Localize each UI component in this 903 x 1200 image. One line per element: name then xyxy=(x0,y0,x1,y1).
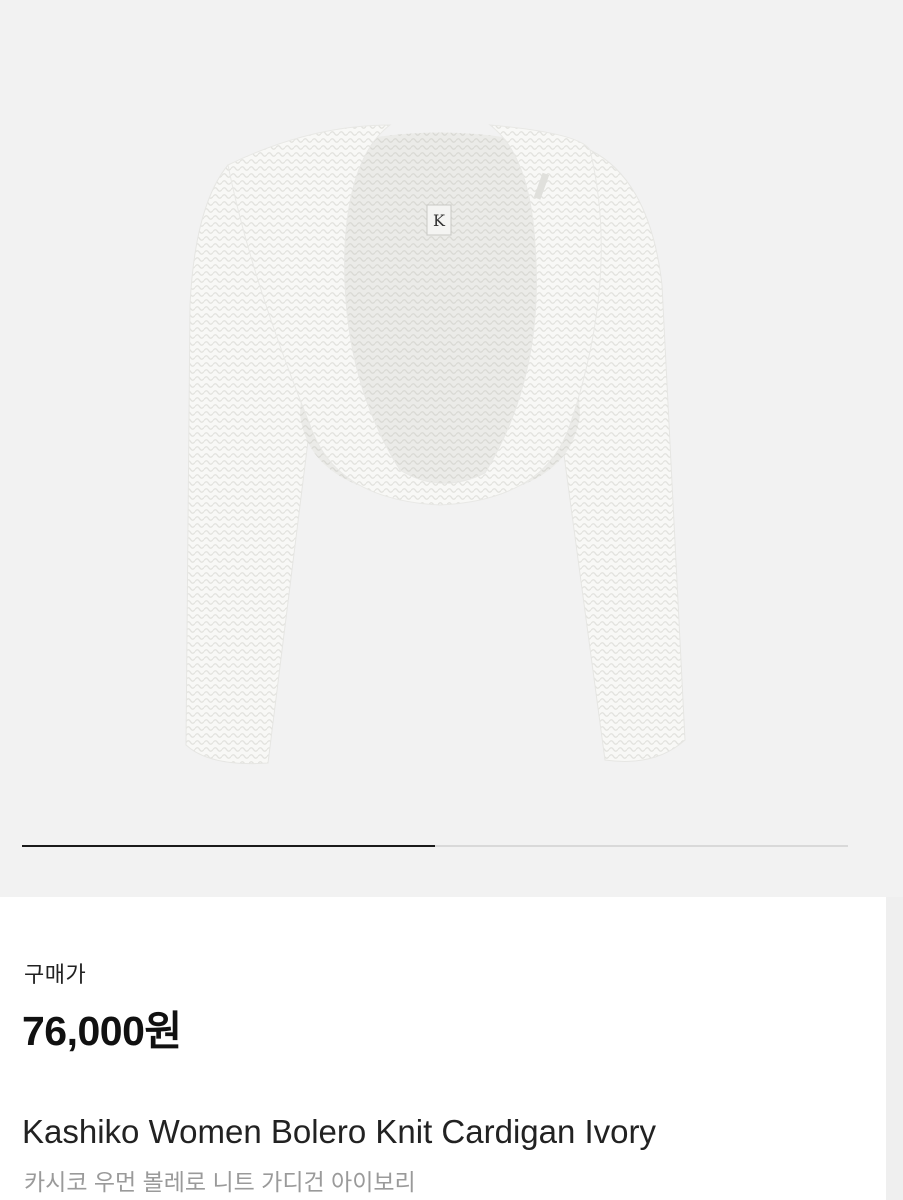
price-label: 구매가 xyxy=(24,962,87,987)
product-page: K 구매가 76,000원 Kashiko Women Bolero Knit … xyxy=(0,0,903,1200)
panel-edge xyxy=(886,897,903,1200)
price-value: 76,000원 xyxy=(22,1008,182,1054)
image-gallery[interactable]: K xyxy=(0,0,903,897)
product-info-panel: 구매가 76,000원 Kashiko Women Bolero Knit Ca… xyxy=(0,897,886,1200)
product-name-korean: 카시코 우먼 볼레로 니트 가디건 아이보리 xyxy=(24,1169,416,1195)
gallery-pager-progress xyxy=(22,845,435,847)
brand-logo-mark: K xyxy=(433,211,446,230)
product-name-english: Kashiko Women Bolero Knit Cardigan Ivory xyxy=(22,1113,657,1150)
gallery-pager xyxy=(22,845,848,847)
product-image: K xyxy=(185,124,686,765)
